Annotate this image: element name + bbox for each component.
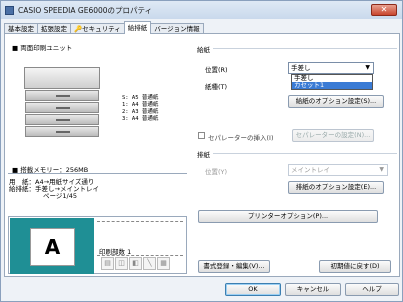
printer-icon [5, 5, 14, 15]
output-position-value: メイントレイ [291, 166, 330, 174]
feed-position-select[interactable]: 手差し ▼ [288, 62, 374, 74]
preview-page: A [30, 228, 75, 266]
tray-2 [25, 114, 99, 125]
tab-security-label: セキュリティ [82, 25, 121, 33]
key-icon: 🔑 [74, 25, 83, 33]
fold-icon: ◧ [129, 257, 142, 270]
output-icon: ╲ [143, 257, 156, 270]
dashed-divider [97, 255, 183, 256]
group-line [213, 153, 397, 154]
register-format-button[interactable]: 書式登録・編集(V)... [198, 260, 270, 273]
dashed-divider [97, 221, 183, 222]
output-options-button[interactable]: 排紙のオプション設定(E)... [288, 181, 384, 194]
tab-panel: ■ 両面印刷ユニット S: A5 普通紙 1: A4 普通紙 2: A3 普通紙… [4, 33, 400, 277]
close-button[interactable]: ✕ [371, 4, 397, 16]
tray-label: 3: A4 普通紙 [122, 116, 159, 122]
cancel-button[interactable]: キャンセル [285, 283, 341, 296]
separator-checkbox[interactable] [198, 132, 205, 139]
group-line [213, 48, 397, 49]
staple-icon: ▤ [101, 257, 114, 270]
divider [8, 173, 187, 174]
duplex-unit-heading: ■ 両面印刷ユニット [12, 44, 73, 52]
tab-paper-feed[interactable]: 給排紙 [123, 21, 152, 34]
paper-type-label: 紙種(T) [205, 83, 228, 91]
tray-icon: ▦ [157, 257, 170, 270]
reset-defaults-button[interactable]: 初期値に戻す(D) [319, 260, 391, 273]
feed-position-label: 位置(R) [205, 66, 228, 74]
separator-settings-button[interactable]: セパレーターの設定(N)... [292, 129, 374, 142]
title-bar: CASIO SPEEDIA GE6000のプロパティ ✕ [1, 1, 402, 19]
punch-icon: ◫ [115, 257, 128, 270]
preview-letter: A [44, 235, 61, 259]
chevron-down-icon: ▼ [365, 64, 370, 71]
preview-image: A [10, 218, 94, 274]
page-info: ページ1/45 [43, 192, 77, 200]
properties-window: CASIO SPEEDIA GE6000のプロパティ ✕ 基本設定 拡張設定 🔑… [0, 0, 403, 302]
feed-group-heading: 給紙 [197, 46, 210, 54]
print-preview: A 印刷部数 1 ▤ ◫ ◧ ╲ ▦ [8, 216, 187, 274]
feed-options-button[interactable]: 給紙のオプション設定(S)... [288, 95, 384, 108]
tray-s [25, 90, 99, 101]
tray-1 [25, 102, 99, 113]
printer-illustration [24, 67, 100, 89]
dropdown-item-cassette1[interactable]: カセット1 [292, 82, 372, 89]
feed-position-value: 手差し [291, 64, 311, 72]
separator-label: セパレーターの挿入(I) [208, 134, 274, 142]
output-group-heading: 排紙 [197, 151, 210, 159]
ok-button[interactable]: OK [225, 283, 281, 296]
window-title: CASIO SPEEDIA GE6000のプロパティ [18, 5, 153, 15]
feed-position-dropdown: 手差し カセット1 [291, 74, 373, 90]
chevron-down-icon: ▼ [379, 166, 384, 173]
printer-options-button[interactable]: プリンターオプション(P)... [198, 210, 378, 223]
tray-3 [25, 126, 99, 137]
output-position-label: 位置(Y) [205, 168, 228, 176]
help-button[interactable]: ヘルプ [345, 283, 399, 296]
output-position-select[interactable]: メイントレイ ▼ [288, 164, 388, 176]
